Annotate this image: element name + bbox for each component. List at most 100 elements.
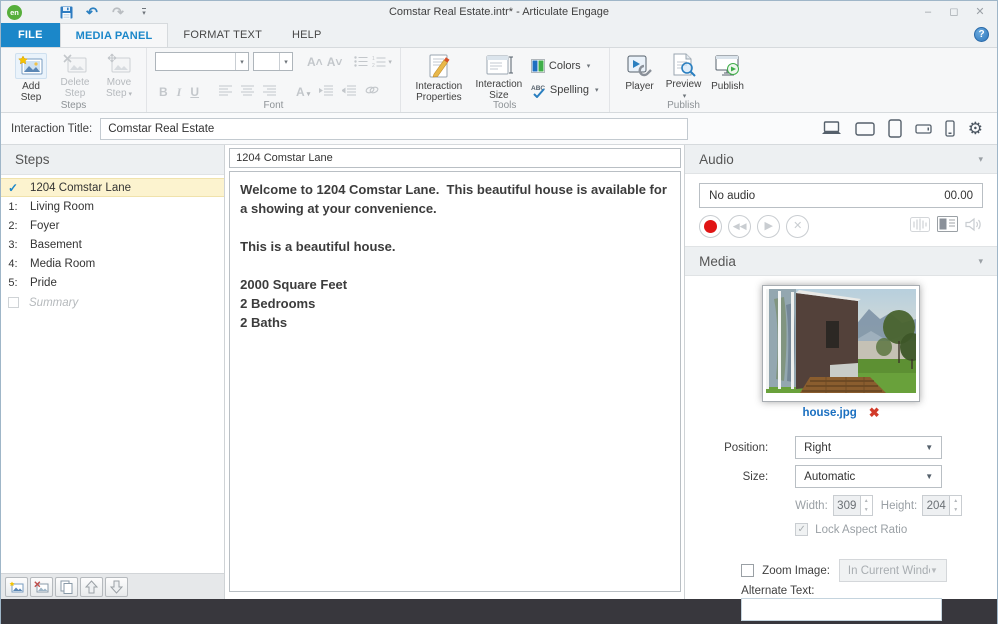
audio-editor-button[interactable] [910,216,930,237]
interaction-title-input[interactable] [100,117,689,140]
publish-button[interactable]: Publish [708,51,748,99]
lock-aspect-ratio-checkbox[interactable]: ✓ [795,523,809,536]
save-icon [60,6,72,18]
arrow-up-icon [85,579,98,593]
align-center-button[interactable] [241,83,255,101]
tab-format-text[interactable]: FORMAT TEXT [168,23,277,47]
shrink-font-button[interactable]: A˅ [327,55,343,69]
summary-checkbox[interactable] [8,297,19,308]
spin-up-icon[interactable]: ▲ [950,496,961,506]
add-step-button[interactable]: Add Step [11,51,51,103]
step-item-2[interactable]: 2: Foyer [1,216,224,235]
delete-step-button[interactable]: Delete Step [55,51,95,99]
media-thumbnail[interactable] [762,285,925,402]
interaction-properties-button[interactable]: Interaction Properties [411,51,467,103]
font-family-select[interactable]: ▾ [155,52,249,71]
step-item-1[interactable]: 1: Living Room [1,197,224,216]
media-section-header[interactable]: Media ▾ [685,247,997,276]
step-item-3[interactable]: 3: Basement [1,235,224,254]
media-filename-link[interactable]: house.jpg [802,407,856,419]
alternate-text-input[interactable] [741,598,943,621]
tablet-portrait-preview-icon[interactable] [888,119,902,138]
size-dropdown[interactable]: Automatic ▼ [795,465,943,488]
audio-section-header[interactable]: Audio ▾ [685,145,997,174]
volume-button[interactable] [965,217,983,237]
play-button[interactable]: ▶ [757,215,781,238]
height-stepper[interactable]: 204 ▲ ▼ [922,495,963,516]
waveform-icon [910,216,930,232]
font-color-button[interactable]: A ▾ [296,86,310,98]
zoom-image-checkbox[interactable] [741,564,755,577]
collapse-chevron-icon[interactable]: ▾ [978,256,983,267]
editor-line: 2000 Square Feet [240,277,348,292]
grow-font-button[interactable]: A˄ [307,55,323,69]
colors-button[interactable]: Colors ▾ [530,57,599,75]
preview-button[interactable]: Preview ▾ [664,51,704,100]
bold-button[interactable]: B [159,86,168,98]
zoom-image-dropdown[interactable]: In Current Window▼ [838,559,947,582]
numbered-list-button[interactable]: 12 ▾ [372,56,392,67]
interaction-size-button[interactable]: Interaction Size [471,51,527,101]
phone-landscape-preview-icon[interactable] [915,123,932,134]
move-step-up-button[interactable] [80,576,103,597]
clear-audio-button[interactable]: ✕ [786,215,810,238]
height-label: Height: [880,499,918,512]
help-icon[interactable]: ? [974,27,989,42]
save-button[interactable] [58,4,74,20]
step-item-5[interactable]: 5: Pride [1,273,224,292]
editor-line: Welcome to 1204 Comstar Lane. This beaut… [240,182,671,216]
italic-button[interactable]: I [177,86,182,98]
house-image [766,289,925,393]
narration-script-button[interactable] [937,216,958,237]
delete-media-icon[interactable]: ✖ [869,405,880,421]
underline-button[interactable]: U [190,86,199,98]
tablet-landscape-preview-icon[interactable] [855,121,875,136]
hyperlink-button[interactable] [365,83,379,101]
step-title-input[interactable] [229,148,682,168]
redo-button[interactable]: ↷ [110,4,126,20]
align-left-button[interactable] [219,83,233,101]
chevron-down-icon: ▾ [128,91,133,98]
spin-down-icon[interactable]: ▼ [861,506,872,516]
undo-button[interactable]: ↶ [84,4,100,20]
collapse-chevron-icon[interactable]: ▾ [978,154,983,165]
summary-step-item[interactable]: Summary [1,293,224,312]
record-button[interactable] [699,215,723,238]
increase-indent-button[interactable] [318,83,334,101]
steps-panel-header: Steps [1,145,225,175]
step-item-intro[interactable]: ✓ 1204 Comstar Lane [1,178,225,197]
phone-portrait-preview-icon[interactable] [945,120,955,137]
delete-step-icon [62,53,88,75]
chevron-down-icon: ▾ [682,93,687,100]
spelling-button[interactable]: ABC Spelling ▾ [531,81,599,99]
customize-toolbar-button[interactable]: ▾ [136,4,152,20]
delete-step-small-button[interactable] [30,576,53,597]
width-stepper[interactable]: 309 ▲ ▼ [832,495,873,516]
gear-icon[interactable]: ⚙ [968,120,983,137]
move-step-down-button[interactable] [105,576,128,597]
align-right-button[interactable] [263,83,277,101]
arrow-down-icon [110,580,123,594]
spin-up-icon[interactable]: ▲ [861,496,872,506]
close-button[interactable]: ✕ [969,4,991,20]
step-text-editor[interactable]: Welcome to 1204 Comstar Lane. This beaut… [229,171,682,592]
tab-media-panel[interactable]: MEDIA PANEL [59,23,169,47]
bullet-list-button[interactable] [354,56,368,67]
spin-down-icon[interactable]: ▼ [950,506,961,516]
duplicate-step-button[interactable] [55,576,78,597]
player-button[interactable]: Player [620,51,660,99]
rewind-button[interactable]: ◀◀ [728,215,752,238]
laptop-preview-icon[interactable] [821,121,842,136]
add-step-small-button[interactable] [5,576,28,597]
decrease-indent-button[interactable] [341,83,357,101]
svg-text:1: 1 [372,56,375,62]
step-item-4[interactable]: 4: Media Room [1,254,224,273]
maximize-button[interactable]: ◻ [943,4,965,20]
font-size-select[interactable]: ▾ [253,52,293,71]
move-step-button[interactable]: Move Step ▾ [99,51,139,99]
position-dropdown[interactable]: Right ▼ [795,436,943,459]
minimize-button[interactable]: – [917,4,939,20]
tab-help[interactable]: HELP [277,23,337,47]
tab-file[interactable]: FILE [1,23,60,47]
